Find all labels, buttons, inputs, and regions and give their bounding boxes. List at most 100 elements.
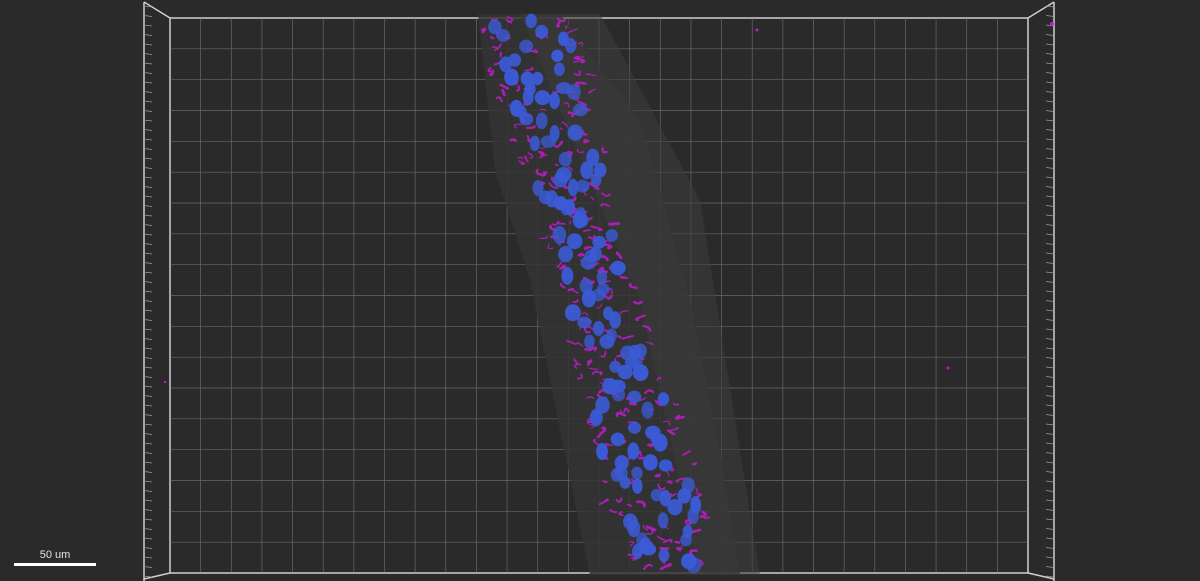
nucleus	[496, 29, 510, 42]
membrane-fragment	[539, 108, 547, 111]
axis-tick	[1045, 148, 1055, 150]
axis-tick	[1045, 338, 1055, 340]
axis-tick	[1045, 461, 1055, 464]
nucleus	[667, 499, 683, 516]
axis-tick	[143, 214, 153, 217]
membrane-fragment	[509, 138, 517, 142]
axis-tick	[143, 24, 153, 27]
axis-tick	[1045, 290, 1055, 293]
nucleus	[529, 135, 540, 152]
nucleus	[640, 543, 657, 556]
nucleus	[534, 90, 551, 106]
axis-tick	[1045, 433, 1055, 435]
axis-tick	[1045, 357, 1055, 359]
membrane-fragment	[647, 442, 655, 448]
axis-tick	[143, 556, 153, 559]
axis-tick	[143, 129, 153, 131]
nucleus	[554, 62, 565, 76]
axis-tick	[143, 347, 153, 350]
axis-tick	[1045, 376, 1055, 378]
axis-tick	[1045, 252, 1055, 255]
nucleus	[555, 82, 572, 95]
axis-tick	[143, 119, 153, 122]
axis-tick	[1045, 167, 1055, 169]
axis-tick	[143, 252, 153, 255]
axis-tick	[143, 81, 153, 84]
membrane-fragment	[675, 546, 682, 552]
nucleus	[619, 476, 631, 489]
membrane-fragment	[584, 348, 592, 351]
nucleus	[641, 401, 654, 419]
axis-tick	[1045, 176, 1055, 179]
axis-tick	[143, 395, 153, 397]
axis-tick	[1045, 556, 1055, 559]
3d-volume-viewer[interactable]: 50 um	[0, 0, 1200, 581]
axis-tick	[143, 338, 153, 340]
axis-tick	[143, 100, 153, 103]
axis-tick	[143, 281, 153, 283]
axis-tick	[143, 138, 153, 141]
nucleus	[591, 172, 602, 187]
axis-tick	[1045, 72, 1055, 74]
nucleus	[572, 103, 588, 117]
axis-tick	[143, 176, 153, 179]
axis-tick	[143, 157, 153, 160]
nucleus	[609, 311, 621, 329]
nucleus	[657, 512, 669, 529]
axis-tick	[143, 528, 153, 530]
axis-tick	[143, 357, 153, 359]
nucleus	[680, 533, 692, 547]
axis-tick	[143, 167, 153, 169]
nucleus	[632, 364, 649, 382]
axis-tick	[1045, 119, 1055, 122]
axis-tick	[1045, 395, 1055, 397]
nucleus	[612, 388, 626, 402]
membrane-fragment	[638, 450, 643, 456]
axis-tick	[1045, 452, 1055, 454]
axis-tick	[143, 43, 153, 46]
axis-tick	[143, 490, 153, 492]
nucleus	[552, 225, 567, 244]
axis-tick	[143, 328, 153, 331]
volume-render	[143, 1, 1055, 581]
membrane-fragment	[659, 546, 670, 550]
axis-tick	[1045, 205, 1055, 207]
axis-tick	[143, 566, 153, 568]
axis-tick	[1045, 281, 1055, 283]
axis-tick	[143, 110, 153, 112]
axis-tick	[1045, 186, 1055, 188]
axis-tick	[143, 195, 153, 198]
membrane-fragment	[583, 138, 590, 144]
nucleus	[658, 459, 673, 472]
axis-tick	[143, 575, 153, 578]
axis-tick	[143, 480, 153, 483]
axis-tick	[143, 385, 153, 388]
axis-tick	[143, 366, 153, 369]
axis-tick	[143, 319, 153, 321]
axis-tick	[1045, 214, 1055, 217]
axis-tick	[143, 300, 153, 302]
membrane-fragment	[691, 462, 697, 466]
tissue-strand	[478, 14, 760, 575]
nucleus	[519, 112, 534, 126]
membrane-fragment	[487, 67, 492, 73]
axis-tick	[143, 224, 153, 226]
nucleus	[567, 124, 584, 141]
axis-tick	[143, 509, 153, 511]
axis-tick	[1045, 328, 1055, 331]
nucleus	[687, 507, 699, 525]
axis-tick	[143, 376, 153, 378]
axis-tick	[143, 433, 153, 435]
membrane-fragment	[481, 27, 487, 34]
nucleus	[580, 161, 594, 180]
axis-tick	[1045, 537, 1055, 540]
axis-tick	[143, 471, 153, 473]
axis-tick	[143, 537, 153, 540]
axis-tick	[143, 423, 153, 426]
scale-bar-label: 50 um	[39, 549, 71, 561]
axis-tick	[1045, 271, 1055, 274]
nucleus	[592, 321, 605, 336]
axis-tick	[1045, 43, 1055, 46]
axis-tick	[1045, 509, 1055, 511]
nucleus	[599, 334, 615, 349]
